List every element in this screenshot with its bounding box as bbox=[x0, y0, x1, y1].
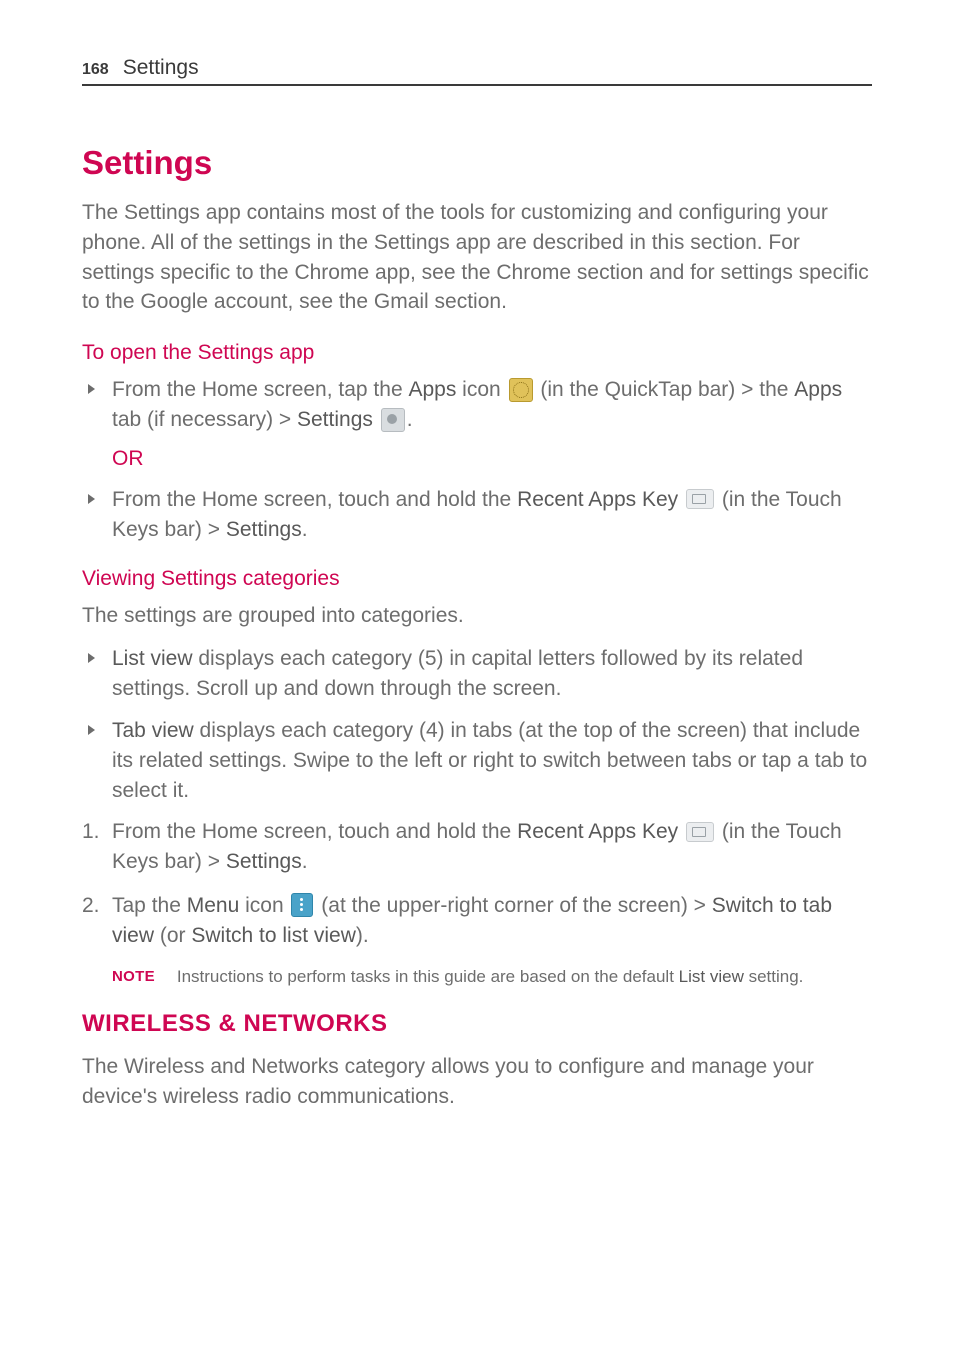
bold-apps: Apps bbox=[408, 378, 456, 401]
step-number: 2. bbox=[82, 891, 100, 921]
text: Tap the bbox=[112, 894, 187, 917]
text: From the Home screen, tap the bbox=[112, 378, 408, 401]
bold-list-view: List view bbox=[679, 967, 744, 986]
triangle-bullet-icon bbox=[88, 725, 95, 735]
text: (at the upper-right corner of the screen… bbox=[315, 894, 711, 917]
bold-recent-key: Recent Apps Key bbox=[517, 820, 678, 843]
apps-icon bbox=[509, 378, 533, 402]
bullet-open-1: From the Home screen, tap the Apps icon … bbox=[82, 375, 872, 435]
step-1: 1. From the Home screen, touch and hold … bbox=[82, 817, 872, 877]
text bbox=[678, 820, 684, 843]
triangle-bullet-icon bbox=[88, 653, 95, 663]
text: icon bbox=[239, 894, 289, 917]
bold-list-view: List view bbox=[112, 647, 193, 670]
text: From the Home screen, touch and hold the bbox=[112, 488, 517, 511]
page-number: 168 bbox=[82, 61, 109, 79]
triangle-bullet-icon bbox=[88, 494, 95, 504]
bold-settings: Settings bbox=[226, 518, 302, 541]
text: (or bbox=[154, 924, 191, 947]
subheading-open-settings: To open the Settings app bbox=[82, 341, 872, 365]
bold-switch-list: Switch to list view bbox=[191, 924, 356, 947]
note-label: NOTE bbox=[112, 965, 155, 987]
bold-apps-tab: Apps bbox=[794, 378, 842, 401]
bold-settings: Settings bbox=[297, 408, 373, 431]
menu-icon bbox=[291, 893, 313, 917]
text: displays each category (5) in capital le… bbox=[112, 647, 803, 700]
section-wireless-heading: WIRELESS & NETWORKS bbox=[82, 1010, 872, 1038]
text: tab (if necessary) > bbox=[112, 408, 297, 431]
recent-apps-icon bbox=[686, 822, 714, 842]
page-header: 168 Settings bbox=[82, 56, 872, 86]
text: (in the QuickTap bar) > the bbox=[535, 378, 795, 401]
text: . bbox=[407, 408, 413, 431]
text bbox=[678, 488, 684, 511]
bullet-open-2: From the Home screen, touch and hold the… bbox=[82, 485, 872, 545]
text: setting. bbox=[744, 967, 804, 986]
settings-icon bbox=[381, 408, 405, 432]
recent-apps-icon bbox=[686, 489, 714, 509]
main-heading: Settings bbox=[82, 144, 872, 182]
bold-menu: Menu bbox=[187, 894, 240, 917]
bold-tab-view: Tab view bbox=[112, 719, 194, 742]
wireless-paragraph: The Wireless and Networks category allow… bbox=[82, 1052, 872, 1112]
text: Instructions to perform tasks in this gu… bbox=[177, 967, 679, 986]
text: ). bbox=[356, 924, 369, 947]
text: displays each category (4) in tabs (at t… bbox=[112, 719, 867, 802]
text: . bbox=[302, 850, 308, 873]
or-label: OR bbox=[112, 447, 872, 471]
note-row: NOTE Instructions to perform tasks in th… bbox=[112, 965, 872, 989]
bullet-tab-view: Tab view displays each category (4) in t… bbox=[82, 716, 872, 805]
bold-settings: Settings bbox=[226, 850, 302, 873]
triangle-bullet-icon bbox=[88, 384, 95, 394]
subheading-viewing: Viewing Settings categories bbox=[82, 567, 872, 591]
page-container: 168 Settings Settings The Settings app c… bbox=[0, 0, 954, 1372]
viewing-intro: The settings are grouped into categories… bbox=[82, 601, 872, 631]
step-2: 2. Tap the Menu icon (at the upper-right… bbox=[82, 891, 872, 951]
intro-paragraph: The Settings app contains most of the to… bbox=[82, 198, 872, 317]
header-title: Settings bbox=[123, 56, 199, 80]
note-text: Instructions to perform tasks in this gu… bbox=[177, 965, 804, 989]
bold-recent-key: Recent Apps Key bbox=[517, 488, 678, 511]
text: . bbox=[302, 518, 308, 541]
bullet-list-view: List view displays each category (5) in … bbox=[82, 644, 872, 704]
text bbox=[373, 408, 379, 431]
step-number: 1. bbox=[82, 817, 100, 847]
text: icon bbox=[456, 378, 506, 401]
text: From the Home screen, touch and hold the bbox=[112, 820, 517, 843]
